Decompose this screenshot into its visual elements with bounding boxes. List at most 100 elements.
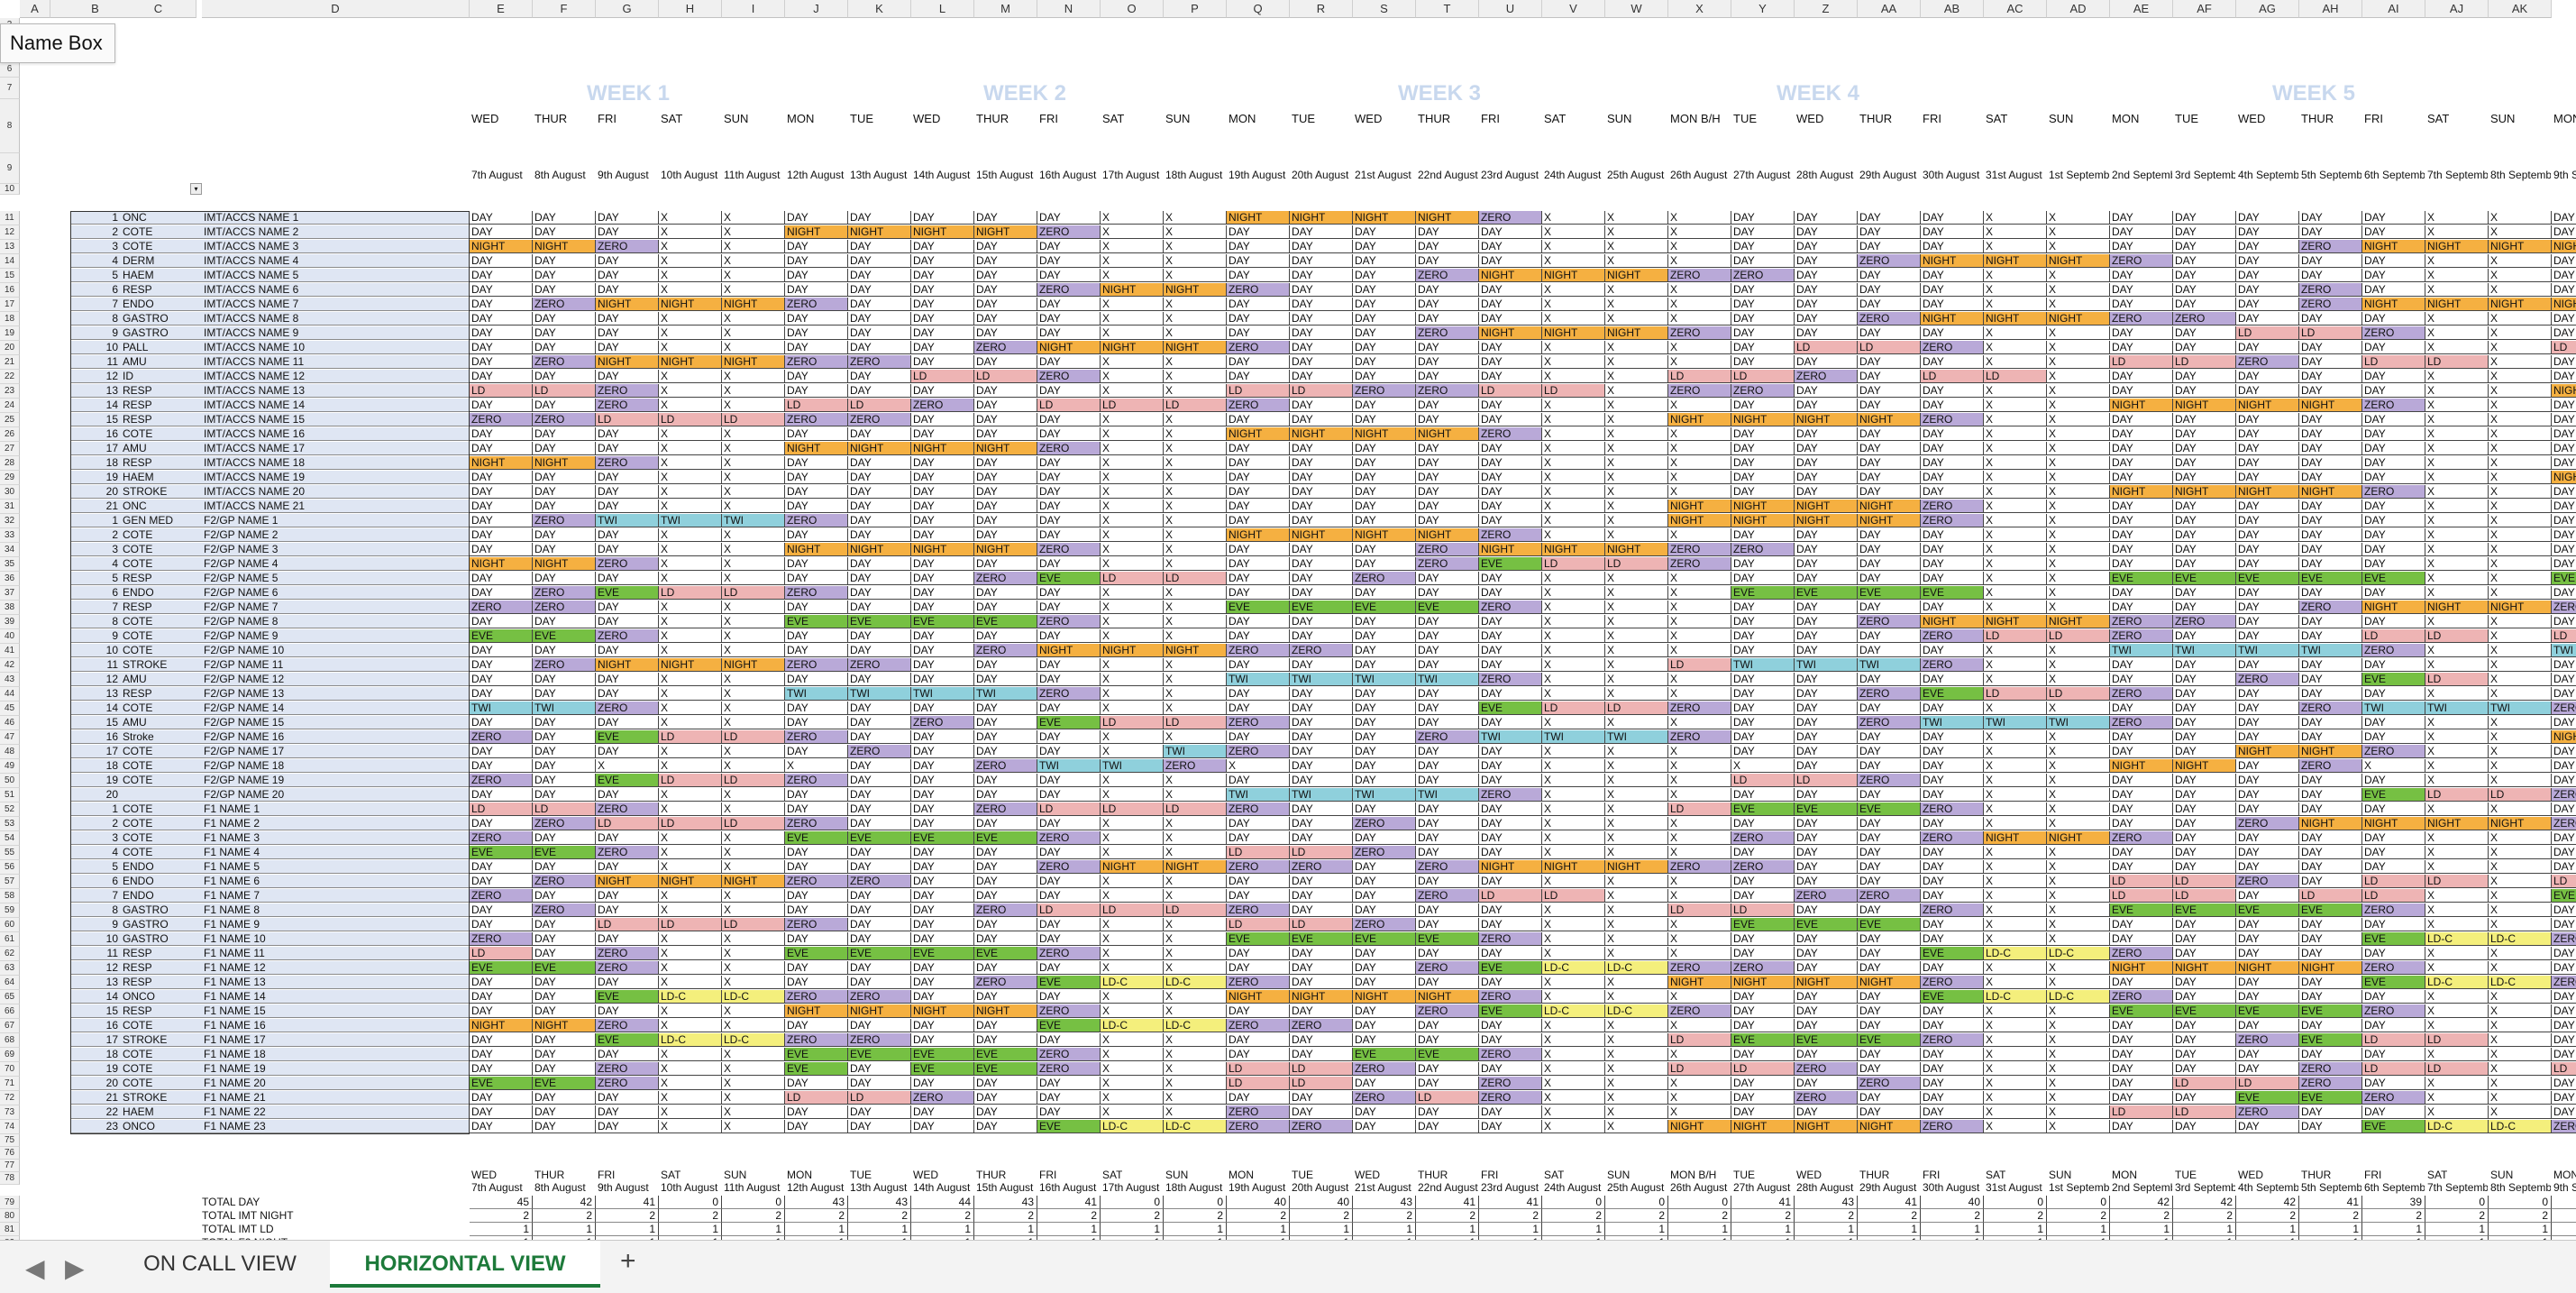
shift-cell[interactable]: NIGHT xyxy=(2236,399,2299,412)
shift-cell[interactable]: DAY xyxy=(1353,283,1416,297)
cell-specialty[interactable]: COTE xyxy=(121,1062,202,1076)
cell-specialty[interactable]: ENDO xyxy=(121,860,202,874)
shift-cell[interactable]: DAY xyxy=(2110,1019,2173,1032)
shift-cell[interactable]: DAY xyxy=(2552,831,2576,845)
cell-name[interactable]: IMT/ACCS NAME 4 xyxy=(202,254,470,268)
add-sheet-icon[interactable]: + xyxy=(620,1246,636,1277)
shift-cell[interactable]: NIGHT xyxy=(1858,413,1921,426)
shift-cell[interactable]: DAY xyxy=(2299,774,2362,787)
shift-cell[interactable]: DAY xyxy=(2552,1105,2576,1119)
shift-cell[interactable]: LD xyxy=(2552,1062,2576,1076)
shift-cell[interactable]: DAY xyxy=(1731,817,1795,830)
totals-value[interactable]: 2 xyxy=(1037,1209,1101,1223)
shift-cell[interactable]: DAY xyxy=(596,1105,659,1119)
shift-cell[interactable]: NIGHT xyxy=(848,543,911,556)
shift-cell[interactable]: DAY xyxy=(1731,889,1795,903)
shift-cell[interactable]: ZERO xyxy=(1921,514,1984,527)
shift-cell[interactable]: DAY xyxy=(2173,947,2236,960)
shift-cell[interactable]: DAY xyxy=(2236,918,2299,931)
shift-cell[interactable]: X xyxy=(659,312,722,326)
shift-cell[interactable]: DAY xyxy=(1353,730,1416,744)
shift-cell[interactable]: NIGHT xyxy=(974,442,1037,455)
shift-cell[interactable]: DAY xyxy=(2362,413,2425,426)
shift-cell[interactable]: DAY xyxy=(2362,471,2425,484)
shift-cell[interactable]: DAY xyxy=(785,745,848,758)
shift-cell[interactable]: DAY xyxy=(848,528,911,542)
shift-cell[interactable]: X xyxy=(1164,413,1227,426)
shift-cell[interactable]: X xyxy=(2489,961,2552,975)
totals-value[interactable]: 43 xyxy=(1795,1196,1858,1209)
shift-cell[interactable]: ZERO xyxy=(848,745,911,758)
shift-cell[interactable]: ZERO xyxy=(470,889,533,903)
cell-name[interactable]: IMT/ACCS NAME 19 xyxy=(202,471,470,484)
shift-cell[interactable]: LD xyxy=(2362,889,2425,903)
shift-cell[interactable]: X xyxy=(1164,918,1227,931)
shift-cell[interactable]: X xyxy=(1542,846,1605,859)
shift-cell[interactable]: LD xyxy=(1290,1077,1353,1090)
shift-cell[interactable]: X xyxy=(1984,413,2047,426)
shift-cell[interactable]: X xyxy=(1101,384,1164,398)
shift-cell[interactable]: ZERO xyxy=(596,1062,659,1076)
shift-cell[interactable]: EVE xyxy=(974,1048,1037,1061)
shift-cell[interactable]: DAY xyxy=(1731,312,1795,326)
shift-cell[interactable]: X xyxy=(1984,846,2047,859)
shift-cell[interactable]: NIGHT xyxy=(659,658,722,672)
shift-cell[interactable]: EVE xyxy=(2552,572,2576,585)
shift-cell[interactable]: X xyxy=(2425,586,2489,600)
shift-cell[interactable]: DAY xyxy=(785,932,848,946)
shift-cell[interactable]: X xyxy=(2425,716,2489,729)
cell-specialty[interactable]: GASTRO xyxy=(121,932,202,946)
shift-cell[interactable]: DAY xyxy=(533,860,596,874)
shift-cell[interactable]: ZERO xyxy=(1037,687,1101,701)
shift-cell[interactable]: X xyxy=(1101,889,1164,903)
shift-cell[interactable]: ZERO xyxy=(470,774,533,787)
shift-cell[interactable]: EVE xyxy=(533,846,596,859)
shift-cell[interactable]: ZERO xyxy=(1037,442,1101,455)
shift-cell[interactable]: DAY xyxy=(1416,312,1479,326)
shift-cell[interactable]: DAY xyxy=(1227,500,1290,513)
cell-specialty[interactable]: GASTRO xyxy=(121,918,202,931)
shift-cell[interactable]: X xyxy=(1984,471,2047,484)
shift-cell[interactable]: ZERO xyxy=(2299,283,2362,297)
shift-cell[interactable]: EVE xyxy=(2299,1033,2362,1047)
shift-cell[interactable]: X xyxy=(1984,240,2047,253)
shift-cell[interactable]: X xyxy=(1984,745,2047,758)
shift-cell[interactable]: NIGHT xyxy=(1605,326,1668,340)
shift-cell[interactable]: DAY xyxy=(2362,211,2425,225)
shift-cell[interactable]: DAY xyxy=(974,961,1037,975)
shift-cell[interactable]: DAY xyxy=(1227,485,1290,499)
shift-cell[interactable]: DAY xyxy=(2362,1019,2425,1032)
cell-name[interactable]: F1 NAME 12 xyxy=(202,961,470,975)
shift-cell[interactable]: X xyxy=(2425,831,2489,845)
shift-cell[interactable]: EVE xyxy=(2236,903,2299,917)
shift-cell[interactable]: DAY xyxy=(1037,673,1101,686)
shift-cell[interactable]: DAY xyxy=(1227,572,1290,585)
shift-cell[interactable]: ZERO xyxy=(470,932,533,946)
shift-cell[interactable]: X xyxy=(1605,745,1668,758)
shift-cell[interactable]: DAY xyxy=(1731,990,1795,1004)
shift-cell[interactable]: LD xyxy=(596,817,659,830)
shift-cell[interactable]: DAY xyxy=(974,399,1037,412)
shift-cell[interactable]: DAY xyxy=(911,817,974,830)
shift-cell[interactable]: DAY xyxy=(1921,1048,1984,1061)
shift-cell[interactable]: LD xyxy=(722,586,785,600)
shift-cell[interactable]: NIGHT xyxy=(2047,615,2110,628)
cell-name[interactable]: IMT/ACCS NAME 21 xyxy=(202,500,470,513)
shift-cell[interactable]: DAY xyxy=(974,269,1037,282)
cell-name[interactable]: F2/GP NAME 13 xyxy=(202,687,470,701)
shift-cell[interactable]: DAY xyxy=(1921,601,1984,614)
shift-cell[interactable]: EVE xyxy=(2173,572,2236,585)
shift-cell[interactable]: DAY xyxy=(1290,615,1353,628)
shift-cell[interactable]: DAY xyxy=(2299,1120,2362,1133)
shift-cell[interactable]: DAY xyxy=(2236,543,2299,556)
shift-cell[interactable]: X xyxy=(1101,471,1164,484)
shift-cell[interactable]: DAY xyxy=(1290,687,1353,701)
shift-cell[interactable]: X xyxy=(2425,528,2489,542)
shift-cell[interactable]: DAY xyxy=(1479,312,1542,326)
shift-cell[interactable]: X xyxy=(1164,528,1227,542)
shift-cell[interactable]: DAY xyxy=(848,254,911,268)
shift-cell[interactable]: DAY xyxy=(1227,514,1290,527)
shift-cell[interactable]: DAY xyxy=(785,283,848,297)
shift-cell[interactable]: DAY xyxy=(2173,370,2236,383)
shift-cell[interactable]: DAY xyxy=(1921,225,1984,239)
